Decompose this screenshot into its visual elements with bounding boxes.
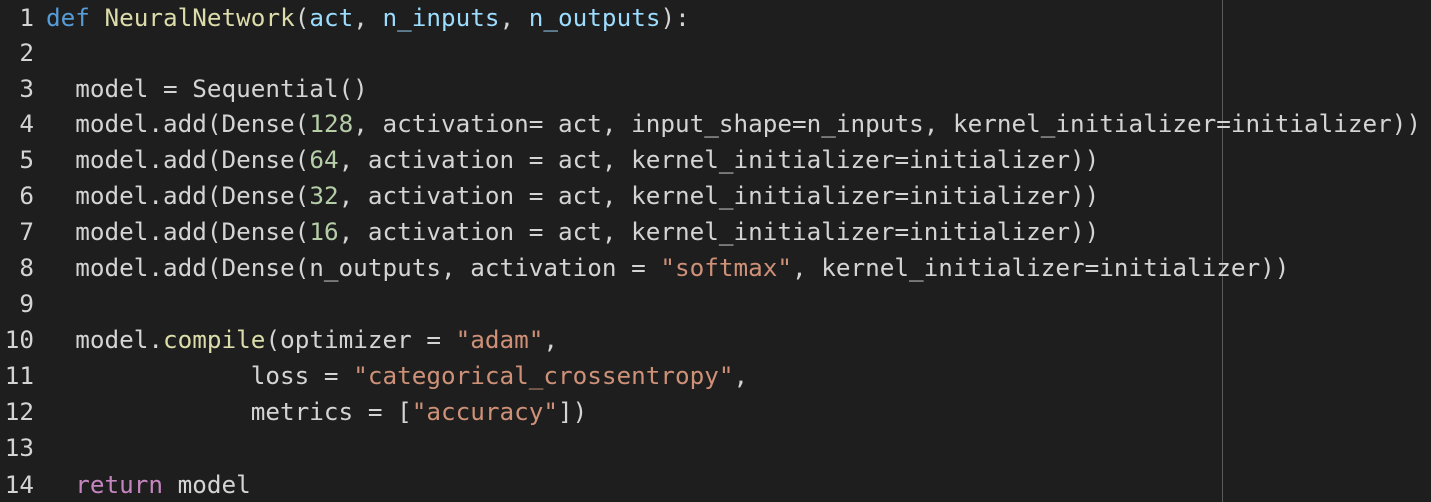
code-token: "softmax" (660, 253, 793, 282)
code-token: model.add(Dense(n_outputs, activation = (46, 253, 661, 282)
line-number: 3 (19, 74, 34, 103)
code-line[interactable]: 13 (0, 430, 46, 466)
code-token: model.add(Dense( (46, 217, 310, 246)
code-token: , kernel_initializer=initializer)) (792, 253, 1290, 282)
code-token: ]) (557, 397, 588, 426)
line-number: 11 (4, 361, 34, 390)
code-token: model. (46, 325, 164, 354)
code-line[interactable]: 14 return model (0, 467, 251, 502)
code-token: , activation = act, kernel_initializer=i… (338, 145, 1100, 174)
code-line[interactable]: 2 (0, 35, 46, 71)
code-line[interactable]: 5 model.add(Dense(64, activation = act, … (0, 142, 1099, 178)
code-token: "accuracy" (411, 397, 558, 426)
code-token: , (543, 325, 559, 354)
code-token: ( (294, 3, 310, 32)
code-token: model.add(Dense( (46, 181, 310, 210)
code-line[interactable]: 12 metrics = ["accuracy"]) (0, 394, 588, 430)
line-number: 2 (19, 38, 34, 67)
code-line[interactable]: 1 def NeuralNetwork(act, n_inputs, n_outp… (0, 0, 690, 36)
code-text: model.add(Dense(32, activation = act, ke… (46, 181, 1099, 210)
code-token: model (163, 470, 251, 499)
code-token: 32 (309, 181, 339, 210)
code-line[interactable]: 6 model.add(Dense(32, activation = act, … (0, 178, 1099, 214)
code-text: def NeuralNetwork(act, n_inputs, n_outpu… (46, 3, 690, 32)
code-token: model = Sequential() (46, 74, 368, 103)
code-text: metrics = ["accuracy"]) (46, 397, 587, 426)
code-line[interactable]: 9 (0, 286, 46, 322)
code-token: def (46, 3, 90, 32)
code-token: n_inputs (382, 3, 500, 32)
code-line[interactable]: 3 model = Sequential() (0, 71, 368, 107)
code-token: loss = (46, 361, 354, 390)
code-token: compile (163, 325, 266, 354)
code-text: model.add(Dense(64, activation = act, ke… (46, 145, 1099, 174)
code-token: metrics = [ (46, 397, 412, 426)
code-token: "categorical_crossentropy" (353, 361, 734, 390)
code-line[interactable]: 7 model.add(Dense(16, activation = act, … (0, 214, 1099, 250)
code-text: model.add(Dense(128, activation= act, in… (46, 109, 1421, 138)
line-number: 4 (19, 109, 34, 138)
code-token: "adam" (455, 325, 544, 354)
code-token: , activation= act, input_shape=n_inputs,… (353, 109, 1422, 138)
code-token: 16 (309, 217, 339, 246)
code-line[interactable]: 10 model.compile(optimizer = "adam", (0, 322, 558, 358)
code-token: return (75, 470, 164, 499)
code-token: act (309, 3, 354, 32)
line-number: 9 (19, 289, 34, 318)
line-number: 12 (4, 397, 34, 426)
code-text: loss = "categorical_crossentropy", (46, 361, 748, 390)
code-token: , activation = act, kernel_initializer=i… (338, 181, 1100, 210)
code-token: , activation = act, kernel_initializer=i… (338, 217, 1100, 246)
code-token: 128 (309, 109, 354, 138)
code-token: , (499, 3, 529, 32)
code-text: model = Sequential() (46, 74, 368, 103)
code-line[interactable]: 8 model.add(Dense(n_outputs, activation … (0, 250, 1289, 286)
code-editor[interactable]: 1 def NeuralNetwork(act, n_inputs, n_outp… (0, 0, 1431, 502)
code-token: (optimizer = (265, 325, 456, 354)
line-number: 5 (19, 145, 34, 174)
code-token: ): (660, 3, 690, 32)
line-number: 10 (4, 325, 34, 354)
code-line[interactable]: 11 loss = "categorical_crossentropy", (0, 358, 748, 394)
code-line[interactable]: 4 model.add(Dense(128, activation= act, … (0, 106, 1421, 142)
line-number: 8 (19, 253, 34, 282)
line-number: 7 (19, 217, 34, 246)
code-text: model.compile(optimizer = "adam", (46, 325, 558, 354)
code-text: model.add(Dense(n_outputs, activation = … (46, 253, 1289, 282)
code-token: , (353, 3, 383, 32)
line-number: 13 (4, 433, 34, 462)
line-number: 6 (19, 181, 34, 210)
line-number: 1 (19, 3, 34, 32)
line-number: 14 (4, 470, 34, 499)
code-token: , (733, 361, 749, 390)
code-text: return model (46, 470, 251, 499)
code-token: 64 (309, 145, 339, 174)
code-token: model.add(Dense( (46, 145, 310, 174)
code-token: model.add(Dense( (46, 109, 310, 138)
code-token: n_outputs (528, 3, 661, 32)
code-token: NeuralNetwork (104, 3, 295, 32)
code-text: model.add(Dense(16, activation = act, ke… (46, 217, 1099, 246)
